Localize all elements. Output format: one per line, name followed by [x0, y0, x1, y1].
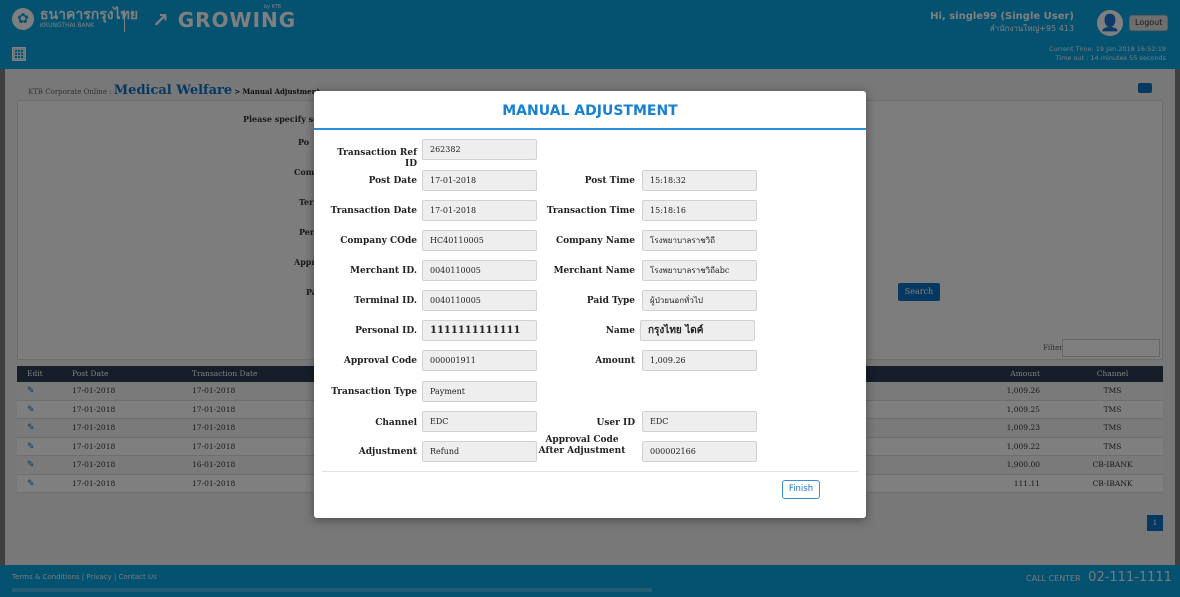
amount-field: 1,009.26 [642, 350, 757, 371]
label-company-name: Company Name [555, 236, 635, 246]
post-date-field: 17-01-2018 [422, 170, 537, 191]
transaction-ref-id-field: 262382 [422, 139, 537, 160]
label-approval-code-after-line1: Approval Code [545, 435, 619, 445]
label-terminal-id: Terminal ID. [354, 296, 417, 306]
dialog-divider [322, 471, 858, 472]
label-personal-id: Personal ID. [355, 326, 417, 336]
label-approval-code: Approval Code [343, 356, 417, 366]
company-name-field: โรงพยาบาลราชวิถี [642, 230, 757, 251]
post-time-field: 15:18:32 [642, 170, 757, 191]
transaction-type-field: Payment [422, 381, 537, 402]
label-post-time: Post Time [584, 176, 635, 186]
label-transaction-ref-id: Transaction Ref ID [337, 148, 417, 169]
label-adjustment: Adjustment [358, 447, 417, 457]
adjustment-field: Refund [422, 441, 537, 462]
transaction-time-field: 15:18:16 [642, 200, 757, 221]
label-company-code: Company COde [340, 236, 417, 246]
manual-adjustment-dialog: MANUAL ADJUSTMENT Transaction Ref ID 262… [314, 91, 866, 518]
name-field: กรุงไทย ไดค์ [640, 320, 755, 341]
merchant-id-field: 0040110005 [422, 260, 537, 281]
user-id-field: EDC [642, 411, 757, 432]
approval-code-field: 000001911 [422, 350, 537, 371]
merchant-name-field: โรงพยาบาลราชวิถีabc [642, 260, 757, 281]
label-post-date: Post Date [368, 176, 417, 186]
label-transaction-time: Transaction Time [546, 206, 635, 216]
label-transaction-type: Transaction Type [331, 387, 417, 397]
company-code-field: HC40110005 [422, 230, 537, 251]
personal-id-field: 1111111111111 [422, 320, 537, 341]
paid-type-field: ผู้ป่วยนอกทั่วไป [642, 290, 757, 311]
label-channel: Channel [375, 418, 417, 428]
approval-code-after-field: 000002166 [642, 441, 757, 462]
dialog-title: MANUAL ADJUSTMENT [314, 91, 866, 130]
label-transaction-date: Transaction Date [330, 206, 417, 216]
label-amount: Amount [595, 356, 635, 366]
label-merchant-name: Merchant Name [553, 266, 635, 276]
label-user-id: User ID [596, 418, 635, 428]
label-paid-type: Paid Type [586, 296, 635, 306]
label-approval-code-after: Approval Code After Adjustment [529, 435, 635, 457]
terminal-id-field: 0040110005 [422, 290, 537, 311]
label-merchant-id: Merchant ID. [350, 266, 417, 276]
channel-field: EDC [422, 411, 537, 432]
finish-button[interactable]: Finish [782, 480, 820, 499]
label-approval-code-after-line2: After Adjustment [538, 446, 626, 456]
transaction-date-field: 17-01-2018 [422, 200, 537, 221]
label-name: Name [605, 326, 635, 336]
